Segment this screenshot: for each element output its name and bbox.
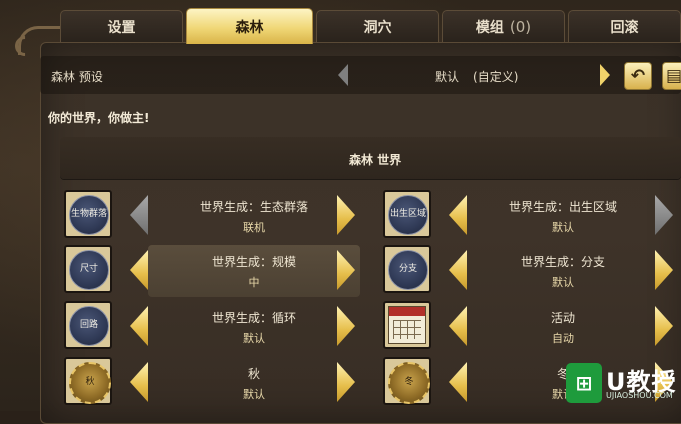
size-icon: 尺寸 — [64, 245, 112, 293]
tab-settings[interactable]: 设置 — [60, 10, 183, 42]
spawn-area-next-button[interactable] — [655, 195, 673, 235]
undo-icon: ↶ — [630, 66, 646, 86]
size-prev-button[interactable] — [130, 250, 148, 290]
preset-value-sub: (自定义) — [473, 70, 519, 84]
setting-value: 联机 — [243, 221, 265, 234]
loops-prev-button[interactable] — [130, 306, 148, 346]
branches-icon: 分支 — [383, 245, 431, 293]
setting-branches: 分支 世界生成：分支 默认 — [383, 245, 681, 297]
world-title: 森林 世界 — [349, 153, 402, 167]
setting-title: 秋 — [247, 367, 260, 381]
events-prev-button[interactable] — [449, 306, 467, 346]
tab-label: 森林 — [235, 19, 264, 36]
biome-prev-button[interactable] — [130, 195, 148, 235]
tab-label: 模组 — [475, 19, 504, 36]
branches-prev-button[interactable] — [449, 250, 467, 290]
winter-icon: 冬 — [383, 357, 431, 405]
autumn-icon: 秋 — [64, 357, 112, 405]
setting-size: 尺寸 世界生成：规模 中 — [64, 245, 364, 297]
setting-value: 默认 — [552, 221, 574, 234]
events-next-button[interactable] — [655, 306, 673, 346]
setting-title: 世界生成：分支 — [520, 255, 605, 269]
tab-mods[interactable]: 模组 (0) — [442, 10, 565, 42]
mods-count: (0) — [509, 17, 532, 36]
preset-next-button[interactable] — [600, 64, 610, 86]
loops-icon: 回路 — [64, 301, 112, 349]
spawn-area-icon: 出生区域 — [383, 190, 431, 238]
setting-value: 默认 — [552, 276, 574, 289]
spawn-area-icon-label: 出生区域 — [388, 195, 428, 235]
watermark: ⊞ U教授 UJIAOSHOU.COM — [562, 360, 681, 411]
biome-icon: 生物群落 — [64, 190, 112, 238]
biome-icon-label: 生物群落 — [69, 195, 109, 235]
setting-title: 世界生成：生态群落 — [199, 200, 308, 214]
preset-value: 默认 (自定义) — [435, 68, 518, 85]
tab-label: 设置 — [107, 19, 136, 36]
preset-value-text: 默认 — [435, 70, 460, 84]
tab-rollback[interactable]: 回滚 — [568, 10, 681, 42]
watermark-url: UJIAOSHOU.COM — [606, 391, 673, 400]
setting-title: 世界生成：循环 — [211, 311, 296, 325]
autumn-prev-button[interactable] — [130, 362, 148, 402]
preset-row: 森林 预设 默认 (自定义) — [40, 56, 681, 94]
setting-title: 世界生成：出生区域 — [508, 200, 617, 214]
tagline: 你的世界，你做主! — [48, 111, 150, 125]
tab-label: 洞穴 — [363, 19, 392, 36]
setting-events: 活动 自动 — [383, 301, 681, 353]
winter-prev-button[interactable] — [449, 362, 467, 402]
setting-value: 中 — [248, 276, 260, 289]
extra-button[interactable]: ▤ — [662, 62, 681, 90]
winter-icon-label: 冬 — [388, 362, 430, 404]
autumn-icon-label: 秋 — [69, 362, 111, 404]
setting-title: 活动 — [550, 311, 575, 325]
setting-biome: 生物群落 世界生成：生态群落 联机 — [64, 190, 364, 242]
setting-loops: 回路 世界生成：循环 默认 — [64, 301, 364, 353]
setting-spawn-area: 出生区域 世界生成：出生区域 默认 — [383, 190, 681, 242]
preset-prev-button[interactable] — [338, 64, 348, 86]
loops-icon-label: 回路 — [69, 306, 109, 346]
setting-autumn: 秋 秋 默认 — [64, 357, 364, 409]
branches-icon-label: 分支 — [388, 250, 428, 290]
extra-icon: ▤ — [665, 66, 681, 86]
branches-next-button[interactable] — [655, 250, 673, 290]
preset-label: 森林 预设 — [51, 70, 103, 84]
tab-bar: 设置 森林 洞穴 模组 (0) 回滚 — [60, 8, 681, 44]
watermark-logo-icon: ⊞ — [566, 363, 602, 403]
setting-value: 默认 — [243, 388, 265, 401]
calendar-icon — [383, 301, 431, 349]
tab-forest[interactable]: 森林 — [186, 8, 313, 44]
setting-title: 世界生成：规模 — [211, 255, 296, 269]
tab-label: 回滚 — [610, 19, 639, 36]
tab-caves[interactable]: 洞穴 — [316, 10, 439, 42]
size-icon-label: 尺寸 — [69, 250, 109, 290]
undo-button[interactable]: ↶ — [624, 62, 652, 90]
spawn-area-prev-button[interactable] — [449, 195, 467, 235]
setting-value: 默认 — [243, 332, 265, 345]
setting-value: 自动 — [552, 332, 574, 345]
